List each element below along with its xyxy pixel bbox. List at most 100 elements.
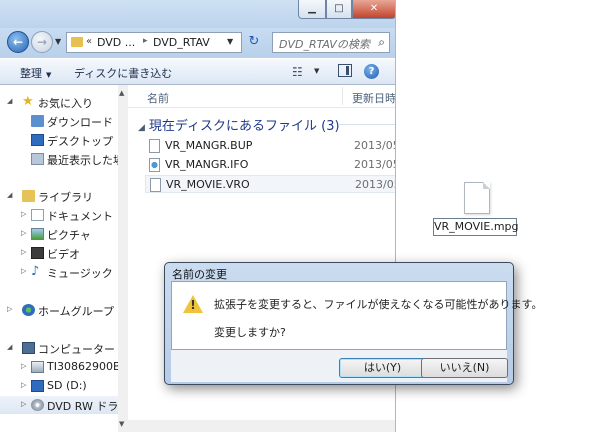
expand-icon[interactable]: ◢ (7, 191, 12, 199)
dialog-title: 名前の変更 (172, 268, 227, 281)
column-header: 名前 更新日時 (128, 85, 395, 108)
collapse-icon[interactable]: ▷ (21, 362, 26, 370)
sidebar-item-recent[interactable]: 最近表示した場所 (0, 150, 118, 168)
back-button[interactable]: ← (7, 31, 29, 53)
collapse-icon[interactable]: ▷ (21, 267, 26, 275)
file-date: 2013/05 (355, 178, 395, 191)
command-bar: 整理 ▼ ディスクに書き込む ☷ ▼ ? (0, 58, 395, 85)
file-name: VR_MANGR.IFO (165, 158, 249, 171)
collapse-icon[interactable]: ▷ (21, 229, 26, 237)
search-input[interactable]: DVD_RTAVの検索 (279, 36, 370, 52)
sidebar-item-label: SD (D:) (47, 379, 87, 392)
file-name: VR_MANGR.BUP (165, 139, 253, 152)
breadcrumb-current[interactable]: DVD_RTAV (153, 36, 210, 49)
search-icon[interactable]: ⌕ (378, 35, 385, 50)
sidebar-item-favorites[interactable]: ◢ ★ お気に入り (0, 93, 118, 111)
address-bar[interactable]: « DVD ... ▸ DVD_RTAV ▼ (66, 32, 242, 53)
sidebar-item-pictures[interactable]: ▷ ピクチャ (0, 225, 118, 243)
forward-button[interactable]: → (31, 31, 53, 53)
sidebar-item-videos[interactable]: ▷ ビデオ (0, 244, 118, 262)
chevron-double-left-icon[interactable]: « (86, 36, 92, 47)
sidebar-item-label: お気に入り (38, 97, 93, 110)
sidebar-item-desktop[interactable]: デスクトップ (0, 131, 118, 149)
sidebar-item-computer[interactable]: ◢ コンピューター (0, 339, 118, 357)
desktop-icon (31, 134, 44, 146)
dialog-body: ! 拡張子を変更すると、ファイルが使えなくなる可能性があります。 変更しますか? (171, 281, 542, 350)
file-name: VR_MOVIE.VRO (166, 178, 250, 191)
view-dropdown-icon[interactable]: ▼ (314, 67, 319, 75)
column-divider[interactable] (342, 87, 343, 105)
no-button[interactable]: いいえ(N) (421, 358, 508, 378)
picture-icon (31, 228, 44, 240)
horizontal-scrollbar[interactable] (128, 420, 395, 432)
scroll-down-icon[interactable]: ▼ (119, 420, 124, 428)
navigation-bar: ← → ▼ « DVD ... ▸ DVD_RTAV ▼ ↻ DVD_RTAVの… (0, 28, 395, 58)
search-box[interactable]: DVD_RTAVの検索 ⌕ (272, 32, 390, 53)
organize-label: 整理 (20, 67, 42, 80)
sidebar-item-libraries[interactable]: ◢ ライブラリ (0, 187, 118, 205)
column-date-header[interactable]: 更新日時 (352, 90, 395, 106)
recent-places-icon (31, 153, 44, 165)
sidebar-scrollbar[interactable]: ▲ ▼ (118, 85, 128, 432)
sidebar-item-drive-dvd[interactable]: ▷ DVD RW ドライ (0, 396, 118, 414)
sidebar-item-homegroup[interactable]: ▷ ホームグループ (0, 301, 118, 319)
sidebar-item-drive-c[interactable]: ▷ TI30862900B (C (0, 358, 118, 376)
desktop-file-rename-field[interactable]: VR_MOVIE.mpg (433, 218, 519, 236)
group-header[interactable]: ◢ 現在ディスクにあるファイル (3) (138, 115, 340, 134)
rename-warning-dialog: 名前の変更 ! 拡張子を変更すると、ファイルが使えなくなる可能性があります。 変… (164, 262, 542, 385)
desktop-file-icon[interactable] (464, 182, 490, 214)
download-folder-icon (31, 115, 44, 127)
breadcrumb-separator-icon[interactable]: ▸ (143, 36, 148, 46)
collapse-icon[interactable]: ▷ (21, 381, 26, 389)
star-icon: ★ (22, 94, 34, 109)
dialog-message: 拡張子を変更すると、ファイルが使えなくなる可能性があります。 (214, 298, 543, 311)
homegroup-icon (22, 304, 35, 316)
back-arrow-icon: ← (12, 35, 24, 49)
collapse-icon[interactable]: ▷ (21, 400, 26, 408)
preview-pane-icon[interactable] (338, 64, 352, 77)
recent-pages-dropdown[interactable]: ▼ (55, 37, 61, 46)
expand-icon[interactable]: ◢ (7, 97, 12, 105)
sidebar-item-label: ホームグループ (38, 305, 115, 318)
sidebar-item-label: ドキュメント (47, 210, 113, 223)
minimize-button[interactable]: ▁ (298, 0, 326, 19)
refresh-icon[interactable]: ↻ (246, 34, 262, 50)
breadcrumb-root[interactable]: DVD ... (97, 36, 135, 49)
sidebar-item-drive-sd[interactable]: ▷ SD (D:) (0, 377, 118, 395)
organize-button[interactable]: 整理 ▼ (20, 65, 51, 81)
collapse-icon[interactable]: ▷ (7, 305, 12, 313)
maximize-button[interactable]: □ (326, 0, 352, 19)
sidebar-item-label: ミュージック (47, 267, 113, 280)
dialog-footer: はい(Y) いいえ(N) (171, 350, 508, 382)
sidebar-item-music[interactable]: ▷ ♪ ミュージック (0, 263, 118, 281)
help-icon[interactable]: ? (364, 64, 379, 79)
sidebar-item-label: ピクチャ (47, 229, 91, 242)
view-options-icon[interactable]: ☷ (292, 65, 303, 79)
expand-icon[interactable]: ◢ (7, 343, 12, 351)
sidebar-item-label: デスクトップ (47, 135, 113, 148)
ifo-file-icon (149, 158, 160, 172)
sidebar-item-label: コンピューター (38, 343, 115, 356)
library-icon (22, 190, 35, 202)
sidebar-item-label: DVD RW ドライ (47, 400, 118, 413)
sidebar-item-label: ダウンロード (47, 116, 113, 129)
file-row[interactable]: VR_MANGR.IFO 2013/05 (145, 156, 395, 174)
file-row[interactable]: VR_MANGR.BUP 2013/05 (145, 137, 395, 155)
collapse-icon[interactable]: ▷ (21, 210, 26, 218)
collapse-group-icon[interactable]: ◢ (138, 123, 145, 133)
address-dropdown-icon[interactable]: ▼ (227, 37, 233, 46)
computer-icon (22, 342, 35, 354)
sidebar-item-downloads[interactable]: ダウンロード (0, 112, 118, 130)
close-button[interactable]: ✕ (352, 0, 395, 19)
yes-button[interactable]: はい(Y) (339, 358, 426, 378)
file-row-selected[interactable]: VR_MOVIE.VRO 2013/05 (145, 175, 395, 193)
sidebar-item-documents[interactable]: ▷ ドキュメント (0, 206, 118, 224)
collapse-icon[interactable]: ▷ (21, 248, 26, 256)
scroll-up-icon[interactable]: ▲ (119, 89, 124, 97)
column-name-header[interactable]: 名前 (147, 90, 169, 106)
exclamation-icon: ! (190, 298, 196, 312)
file-icon (150, 178, 161, 192)
sidebar-item-label: 最近表示した場所 (47, 154, 118, 167)
hard-drive-icon (31, 361, 44, 373)
burn-to-disc-button[interactable]: ディスクに書き込む (74, 65, 172, 81)
